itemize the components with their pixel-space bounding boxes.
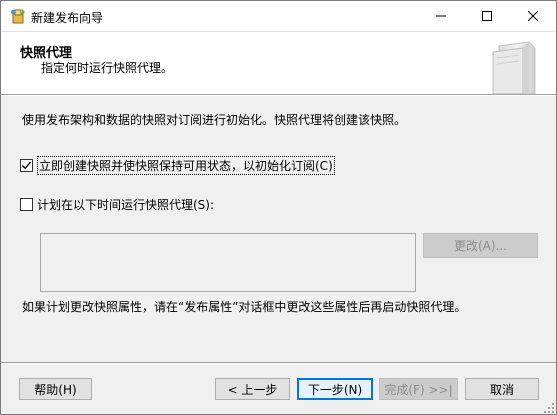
change-schedule-button[interactable]: 更改(A)... <box>423 233 538 258</box>
maximize-icon <box>482 11 492 21</box>
title-bar[interactable]: 新建发布向导 <box>1 1 556 31</box>
create-snapshot-now-option[interactable]: 立即创建快照并使快照保持可用状态，以初始化订阅(C) <box>20 156 335 175</box>
checkmark-icon <box>22 161 32 170</box>
description-text: 使用发布架构和数据的快照对订阅进行初始化。快照代理将创建该快照。 <box>22 113 407 127</box>
resize-grip-icon[interactable] <box>544 402 554 413</box>
cancel-button[interactable]: 取消 <box>465 378 539 400</box>
book-graphic-icon <box>489 40 545 95</box>
header-divider <box>1 94 556 96</box>
footer-divider <box>1 362 556 364</box>
publication-wizard-icon <box>10 8 26 24</box>
note-text: 如果计划更改快照属性，请在“发布属性”对话框中更改这些属性后再启动快照代理。 <box>22 300 467 314</box>
schedule-snapshot-label: 计划在以下时间运行快照代理(S): <box>37 198 215 212</box>
wizard-header: 快照代理 指定何时运行快照代理。 <box>1 31 556 95</box>
create-snapshot-now-checkbox[interactable] <box>20 159 33 172</box>
window-title: 新建发布向导 <box>31 11 104 25</box>
back-button[interactable]: < 上一步 <box>215 378 290 400</box>
maximize-button[interactable] <box>464 1 510 31</box>
close-icon <box>528 11 538 21</box>
schedule-snapshot-option[interactable]: 计划在以下时间运行快照代理(S): <box>20 196 214 213</box>
close-button[interactable] <box>510 1 556 31</box>
wizard-window: 新建发布向导 快照代理 指定何时运行快照代理。 使用发布架构和数据的快照对订阅进… <box>0 0 557 415</box>
schedule-description-box <box>40 233 416 292</box>
schedule-snapshot-checkbox[interactable] <box>20 198 33 211</box>
minimize-icon <box>436 15 446 17</box>
minimize-button[interactable] <box>418 1 464 31</box>
help-button[interactable]: 帮助(H) <box>19 378 92 400</box>
finish-button[interactable]: 完成(F) >>| <box>379 378 458 400</box>
page-subtitle: 指定何时运行快照代理。 <box>41 61 174 75</box>
create-snapshot-now-label: 立即创建快照并使快照保持可用状态，以初始化订阅(C) <box>37 156 335 175</box>
next-button[interactable]: 下一步(N) <box>297 378 373 400</box>
